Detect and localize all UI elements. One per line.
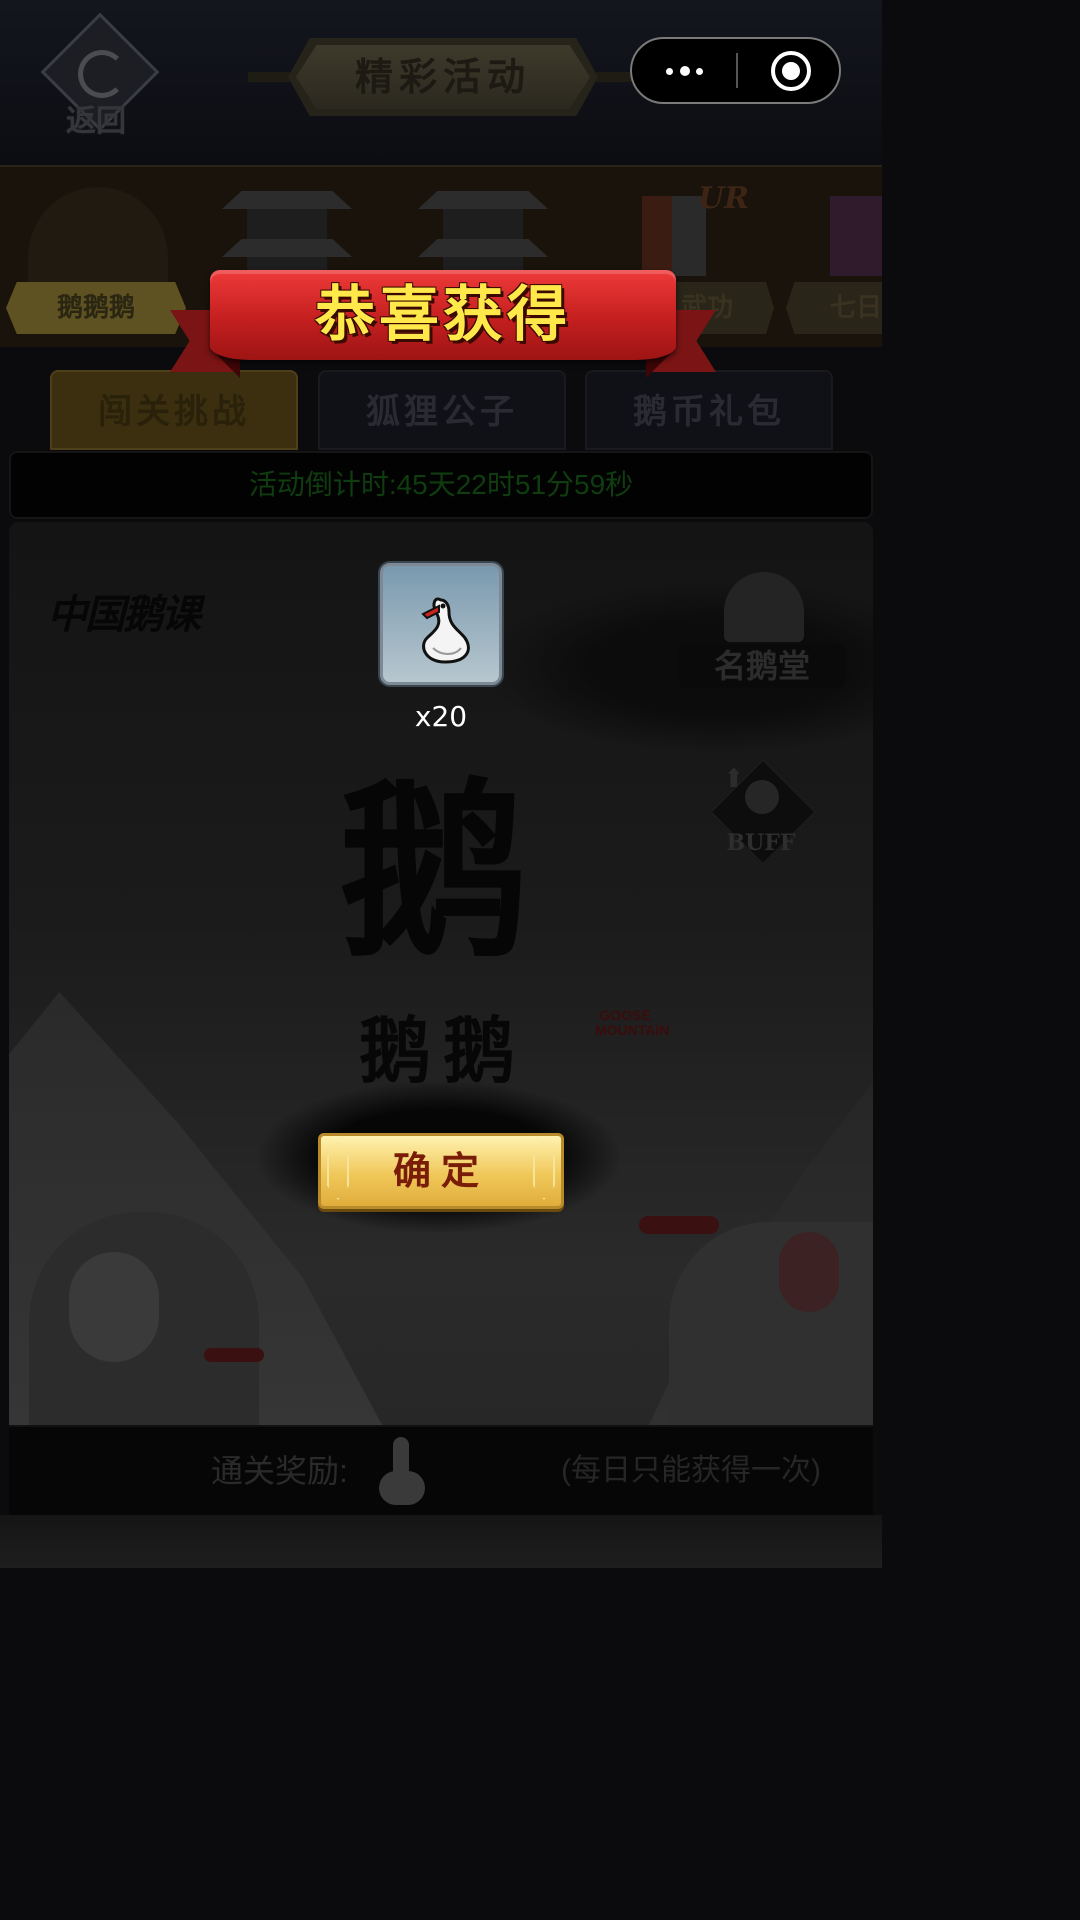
reward-quantity: x20 — [414, 700, 468, 733]
buff-label: BUFF — [726, 830, 796, 856]
category-tab-seven-day[interactable]: 七日 — [786, 282, 882, 334]
opera-mask-icon — [779, 1232, 839, 1312]
goose-calligraphy-small: 鹅鹅 — [359, 1008, 528, 1093]
goose-mountain-stamp: GOOSE MOUNTAIN — [595, 1007, 670, 1039]
confirm-button[interactable]: 确定 — [318, 1133, 564, 1209]
goose-hall-button[interactable]: 名鹅堂 — [679, 572, 845, 692]
bottom-strip — [0, 1515, 882, 1568]
header-bar: 返回 精彩活动 — [0, 0, 882, 167]
close-mini-program-icon[interactable] — [738, 39, 839, 102]
geese-icon — [724, 572, 804, 642]
goose-calligraphy-large: 鹅 — [339, 760, 530, 983]
modal-title: 恭喜获得 — [315, 280, 571, 350]
back-label: 返回 — [66, 104, 126, 139]
reward-note: (每日只能获得一次) — [561, 1454, 821, 1487]
mini-program-capsule — [630, 37, 841, 104]
congrats-banner: 恭喜获得 — [170, 262, 716, 386]
character-face-icon — [745, 780, 779, 814]
reward-item-slot[interactable] — [380, 563, 502, 685]
category-tab-goose[interactable]: 鹅鹅鹅 — [6, 282, 186, 334]
brand-logo: 中国鹅课 — [47, 591, 201, 638]
goose-icon — [371, 1435, 429, 1507]
page-title: 精彩活动 — [354, 54, 531, 99]
back-button[interactable]: 返回 — [38, 12, 160, 139]
figure-left-head — [69, 1252, 159, 1362]
clear-reward-bar: 通关奖励: (每日只能获得一次) — [9, 1425, 873, 1517]
wine-bowl-right — [639, 1216, 719, 1234]
back-arrow-icon — [78, 50, 126, 98]
goose-icon — [421, 597, 470, 664]
more-options-icon[interactable] — [632, 39, 736, 102]
reward-label: 通关奖励: — [211, 1453, 348, 1489]
wine-bowl-left — [204, 1348, 264, 1362]
countdown-text: 活动倒计时:45天22时51分59秒 — [248, 469, 634, 500]
countdown-bar: 活动倒计时:45天22时51分59秒 — [9, 451, 873, 519]
seven-day-icon — [830, 196, 882, 276]
buff-button[interactable]: ⬆ BUFF — [709, 758, 817, 866]
goose-hall-label: 名鹅堂 — [679, 644, 845, 688]
ur-badge: UR — [698, 181, 750, 216]
confirm-label: 确定 — [392, 1148, 489, 1193]
arrow-up-icon: ⬆ — [723, 764, 745, 794]
